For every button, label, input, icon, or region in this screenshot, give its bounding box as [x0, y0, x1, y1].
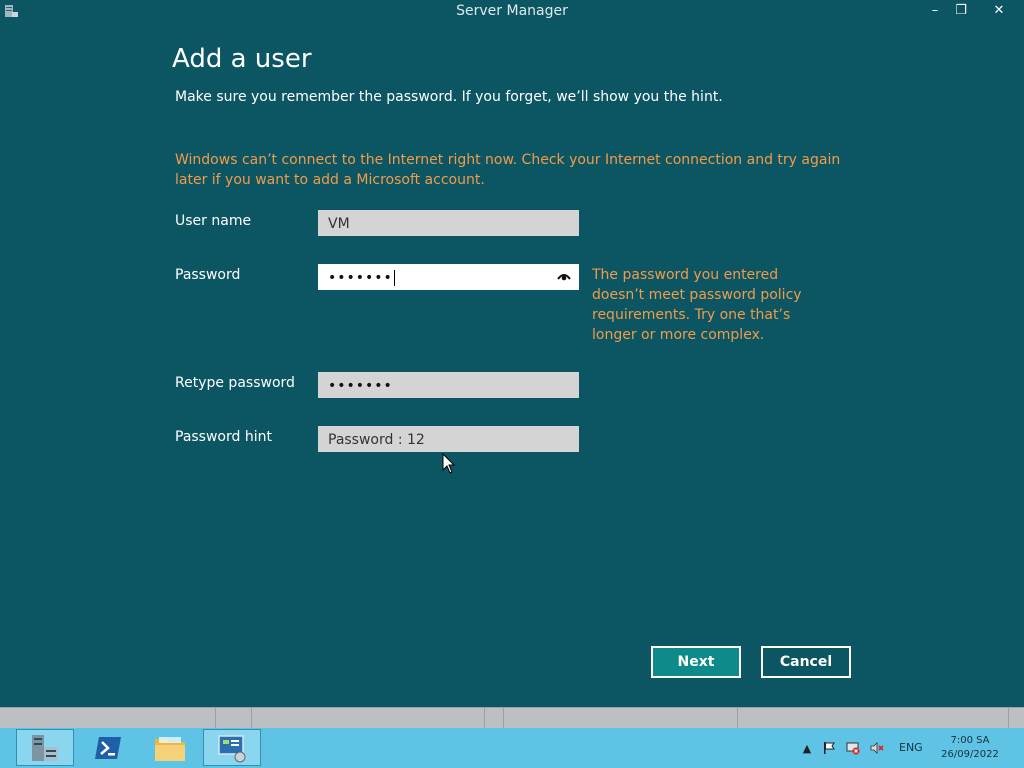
restore-button[interactable]: ❐ [948, 0, 974, 20]
taskbar-powershell[interactable] [79, 729, 137, 766]
status-divider [737, 708, 738, 729]
control-panel-icon [218, 734, 246, 762]
password-hint-label: Password hint [175, 429, 272, 445]
text-caret [393, 270, 395, 286]
retype-password-value: ••••••• [328, 378, 393, 394]
volume-muted-icon[interactable] [869, 740, 885, 756]
retype-password-label: Retype password [175, 375, 295, 391]
show-hidden-icons-chevron-icon[interactable]: ▲ [799, 740, 815, 756]
reveal-password-eye-icon[interactable] [557, 272, 571, 281]
status-divider [215, 708, 216, 729]
minimize-button[interactable]: – [922, 0, 948, 20]
username-label: User name [175, 213, 252, 229]
clock-date: 26/09/2022 [941, 749, 999, 760]
status-strip [0, 707, 1024, 729]
powershell-icon [95, 736, 121, 759]
input-language-indicator[interactable]: ENG [899, 741, 923, 754]
system-tray: ▲ [799, 728, 885, 768]
password-field[interactable]: ••••••• [318, 264, 579, 290]
taskbar-control-panel[interactable] [203, 729, 261, 766]
clock-time: 7:00 SA [950, 735, 990, 746]
cancel-button[interactable]: Cancel [761, 646, 851, 678]
internet-warning-text: Windows can’t connect to the Internet ri… [175, 152, 841, 188]
window-title: Server Manager [456, 3, 568, 19]
taskbar-file-explorer[interactable] [141, 729, 199, 766]
page-subtitle: Make sure you remember the password. If … [175, 89, 723, 105]
mouse-pointer-icon [442, 453, 456, 474]
status-divider [1008, 708, 1009, 729]
taskbar: ▲ ENG 7:00 SA 26/09/2022 [0, 728, 1024, 768]
password-value: ••••••• [328, 270, 393, 286]
network-error-icon[interactable] [845, 740, 861, 756]
page-title: Add a user [172, 44, 312, 74]
password-error-text: The password you entered doesn’t meet pa… [592, 267, 802, 343]
retype-password-field[interactable]: ••••••• [318, 372, 579, 398]
taskbar-server-manager[interactable] [16, 729, 74, 766]
server-manager-icon [32, 734, 58, 761]
system-clock[interactable]: 7:00 SA 26/09/2022 [934, 734, 1006, 762]
close-button[interactable]: ✕ [976, 0, 1022, 20]
action-center-flag-icon[interactable] [821, 740, 837, 756]
next-button[interactable]: Next [651, 646, 741, 678]
status-divider [251, 708, 252, 729]
username-field[interactable]: VM [318, 210, 579, 236]
status-divider [503, 708, 504, 729]
password-hint-field[interactable]: Password : 12 [318, 426, 579, 452]
folder-icon [155, 736, 185, 761]
password-label: Password [175, 267, 241, 283]
status-divider [484, 708, 485, 729]
window-title-bar: Server Manager – ❐ ✕ [0, 0, 1024, 22]
